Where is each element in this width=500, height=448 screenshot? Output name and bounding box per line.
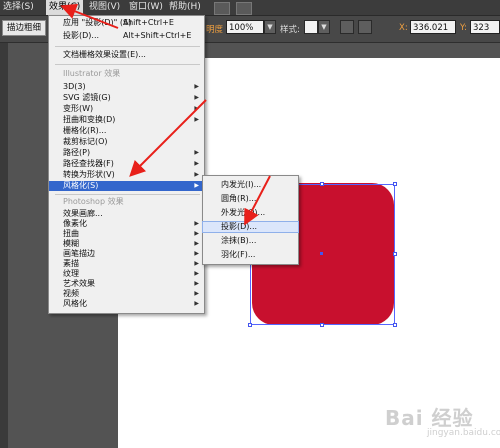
menu-window[interactable]: 窗口(W) bbox=[126, 0, 166, 15]
recolor-icon[interactable] bbox=[340, 20, 354, 34]
menu-separator bbox=[55, 64, 200, 65]
stylize-feather[interactable]: 羽化(F)... bbox=[203, 250, 298, 260]
last-effect-item[interactable]: 投影(D)... Alt+Shift+Ctrl+E bbox=[49, 31, 204, 41]
effect-item-warp[interactable]: 变形(W) ▶ bbox=[49, 104, 204, 114]
ps-item-video[interactable]: 视频 ▶ bbox=[49, 289, 204, 299]
screen-mode-icon[interactable] bbox=[214, 2, 230, 15]
stylize-inner-glow[interactable]: 内发光(I)... bbox=[203, 180, 298, 190]
menu-effect[interactable]: 效果(C) bbox=[46, 0, 84, 15]
style-label: 样式: bbox=[280, 25, 300, 35]
x-field[interactable]: 336.021 bbox=[410, 20, 456, 34]
ps-item-effect-gallery[interactable]: 效果画廊... bbox=[49, 209, 204, 219]
ps-item-brush-strokes[interactable]: 画笔描边 ▶ bbox=[49, 249, 204, 259]
resize-handle[interactable] bbox=[248, 323, 252, 327]
opacity-label[interactable]: 明度 bbox=[206, 23, 223, 35]
stylize-round-corners[interactable]: 圆角(R)... bbox=[203, 194, 298, 204]
effect-item-crop-marks[interactable]: 裁剪标记(O) bbox=[49, 137, 204, 147]
menu-bar: 选择(S) 效果(C) 视图(V) 窗口(W) 帮助(H) bbox=[0, 0, 500, 16]
arrange-documents-icon[interactable] bbox=[236, 2, 252, 15]
stylize-scribble[interactable]: 涂抹(B)... bbox=[203, 236, 298, 246]
resize-handle[interactable] bbox=[393, 252, 397, 256]
y-label: Y: bbox=[460, 23, 467, 33]
ps-item-distort[interactable]: 扭曲 ▶ bbox=[49, 229, 204, 239]
effect-item-svg-filters[interactable]: SVG 滤镜(G) ▶ bbox=[49, 93, 204, 103]
align-icon[interactable] bbox=[358, 20, 372, 34]
menu-view[interactable]: 视图(V) bbox=[86, 0, 123, 15]
ps-item-artistic[interactable]: 艺术效果 ▶ bbox=[49, 279, 204, 289]
effect-menu: 应用 "投影(D)" (A) Shift+Ctrl+E 投影(D)... Alt… bbox=[48, 15, 205, 314]
center-point bbox=[320, 252, 323, 255]
apply-last-effect-item[interactable]: 应用 "投影(D)" (A) Shift+Ctrl+E bbox=[49, 18, 204, 28]
effect-item-rasterize[interactable]: 栅格化(R)... bbox=[49, 126, 204, 136]
effect-item-pathfinder[interactable]: 路径查找器(F) ▶ bbox=[49, 159, 204, 169]
ps-item-blur[interactable]: 模糊 ▶ bbox=[49, 239, 204, 249]
effect-item-3d[interactable]: 3D(3) ▶ bbox=[49, 82, 204, 92]
graphic-style-swatch[interactable] bbox=[304, 20, 318, 34]
style-dropdown-icon[interactable]: ▼ bbox=[318, 20, 330, 34]
watermark-text: Bai 经验 bbox=[385, 406, 474, 430]
resize-handle[interactable] bbox=[393, 182, 397, 186]
stylize-outer-glow[interactable]: 外发光(O)... bbox=[203, 208, 298, 218]
illustrator-effects-header: Illustrator 效果 bbox=[63, 69, 121, 78]
menu-separator bbox=[55, 46, 200, 47]
photoshop-effects-header: Photoshop 效果 bbox=[63, 197, 124, 206]
y-field[interactable]: 323 bbox=[470, 20, 500, 34]
menu-separator bbox=[55, 194, 200, 195]
effect-item-distort-transform[interactable]: 扭曲和变换(D) ▶ bbox=[49, 115, 204, 125]
stylize-submenu: 内发光(I)... 圆角(R)... 外发光(O)... 投影(D)... 涂抹… bbox=[202, 175, 299, 265]
opacity-field[interactable]: 100% bbox=[226, 20, 264, 34]
ps-item-sketch[interactable]: 素描 ▶ bbox=[49, 259, 204, 269]
resize-handle[interactable] bbox=[393, 323, 397, 327]
resize-handle[interactable] bbox=[320, 182, 324, 186]
resize-handle[interactable] bbox=[320, 323, 324, 327]
ps-item-pixelate[interactable]: 像素化 ▶ bbox=[49, 219, 204, 229]
effect-item-stylize[interactable]: 风格化(S) ▶ bbox=[49, 181, 204, 191]
ps-item-stylize[interactable]: 风格化 ▶ bbox=[49, 299, 204, 309]
effect-item-path[interactable]: 路径(P) ▶ bbox=[49, 148, 204, 158]
opacity-dropdown-icon[interactable]: ▼ bbox=[264, 20, 276, 34]
effect-item-convert-to-shape[interactable]: 转换为形状(V) ▶ bbox=[49, 170, 204, 180]
stroke-weight-tooltip: 描边粗细 bbox=[2, 20, 47, 36]
watermark: Bai 经验 jingyan.baidu.com bbox=[385, 402, 500, 442]
watermark-url: jingyan.baidu.com bbox=[427, 428, 500, 438]
stylize-drop-shadow[interactable]: 投影(D)... bbox=[202, 221, 299, 233]
tools-panel bbox=[0, 43, 8, 448]
menu-help[interactable]: 帮助(H) bbox=[166, 0, 204, 15]
raster-settings-item[interactable]: 文档栅格效果设置(E)... bbox=[49, 50, 204, 60]
ps-item-texture[interactable]: 纹理 ▶ bbox=[49, 269, 204, 279]
x-label: X: bbox=[399, 23, 408, 33]
menu-select[interactable]: 选择(S) bbox=[0, 0, 37, 15]
